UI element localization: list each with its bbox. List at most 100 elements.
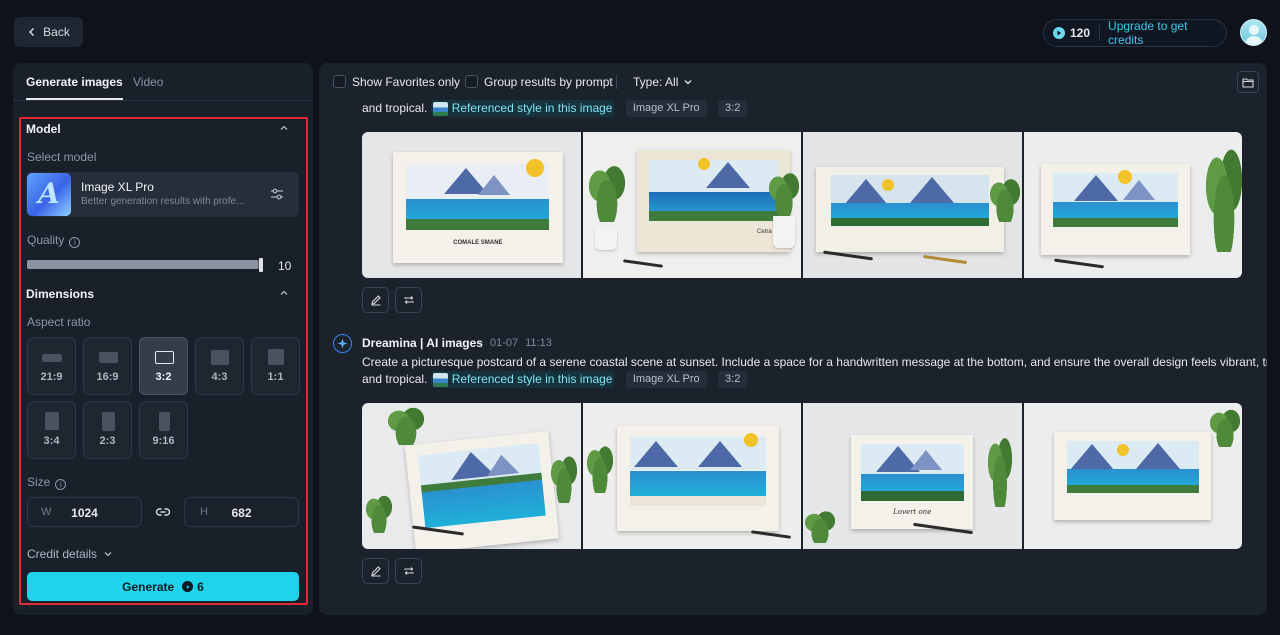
prompt-text-continued: and tropical. Referenced style in this i… bbox=[362, 371, 748, 388]
chevron-down-icon bbox=[104, 552, 112, 557]
width-input[interactable]: W 1024 bbox=[27, 497, 142, 527]
ratio-tag: 3:2 bbox=[718, 371, 748, 388]
generation-date: 01-07 bbox=[489, 337, 519, 349]
generate-button[interactable]: Generate 6 bbox=[27, 572, 299, 601]
ratio-label: 2:3 bbox=[99, 435, 116, 447]
ratio-label: 16:9 bbox=[96, 371, 119, 383]
select-model-label: Select model bbox=[27, 150, 97, 164]
ratio-option-2-3[interactable]: 2:3 bbox=[83, 401, 132, 459]
size-label: Size bbox=[27, 475, 51, 489]
generated-image[interactable] bbox=[582, 403, 801, 549]
ratio-label: 4:3 bbox=[211, 371, 228, 383]
generation-time: 11:13 bbox=[525, 337, 552, 349]
credit-details-toggle[interactable]: Credit details bbox=[27, 547, 113, 561]
ratio-option-3-4[interactable]: 3:4 bbox=[27, 401, 76, 459]
group-by-prompt-label: Group results by prompt bbox=[484, 75, 613, 89]
width-value: 1024 bbox=[71, 506, 98, 520]
quality-value: 10 bbox=[278, 259, 292, 273]
folder-icon bbox=[1242, 77, 1254, 88]
group-by-prompt-checkbox[interactable] bbox=[465, 75, 478, 88]
ratio-label: 3:4 bbox=[43, 435, 60, 447]
repeat-icon bbox=[403, 296, 414, 304]
info-icon[interactable]: i bbox=[55, 479, 67, 490]
card-caption: COMALE SMANE bbox=[453, 240, 503, 247]
sliders-icon[interactable] bbox=[270, 187, 284, 201]
folder-button[interactable] bbox=[1237, 71, 1259, 93]
chevron-down-icon bbox=[684, 80, 692, 85]
reference-thumbnail bbox=[432, 101, 448, 116]
ratio-option-21-9[interactable]: 21:9 bbox=[27, 337, 76, 395]
height-input[interactable]: H 682 bbox=[184, 497, 299, 527]
generated-image[interactable] bbox=[1023, 132, 1242, 278]
quality-label: Quality bbox=[27, 233, 65, 247]
image-row: COMALE SMANE Cetra bbox=[362, 132, 1242, 278]
dreamina-logo-icon bbox=[333, 334, 352, 353]
show-favorites-checkbox[interactable] bbox=[333, 75, 346, 88]
results-panel: Show Favorites only Group results by pro… bbox=[319, 63, 1267, 615]
back-label: Back bbox=[43, 25, 70, 39]
card-caption: Lovert one bbox=[893, 507, 932, 516]
reference-thumbnail bbox=[432, 372, 448, 387]
quality-slider-track[interactable] bbox=[27, 260, 263, 269]
ratio-option-9-16[interactable]: 9:16 bbox=[139, 401, 188, 459]
edit-button[interactable] bbox=[362, 287, 389, 313]
ratio-tag: 3:2 bbox=[718, 100, 748, 117]
prompt-tail: and tropical. bbox=[362, 372, 428, 386]
regenerate-button[interactable] bbox=[395, 287, 422, 313]
type-filter-dropdown[interactable]: Type: All bbox=[633, 75, 693, 89]
avatar[interactable] bbox=[1240, 19, 1267, 46]
model-name: Image XL Pro bbox=[81, 180, 154, 194]
regenerate-button[interactable] bbox=[395, 558, 422, 584]
quality-slider-handle[interactable] bbox=[259, 258, 263, 272]
generated-image[interactable]: Cetra bbox=[582, 132, 801, 278]
reference-chip[interactable]: Referenced style in this image bbox=[430, 100, 615, 117]
credit-coin-icon bbox=[182, 581, 194, 592]
generated-image[interactable] bbox=[1023, 403, 1242, 549]
image-row: Lovert one bbox=[362, 403, 1242, 549]
quality-slider-fill bbox=[27, 260, 259, 269]
filter-bar: Show Favorites only Group results by pro… bbox=[319, 63, 1267, 99]
model-selector[interactable]: A Image XL Pro Better generation results… bbox=[26, 172, 299, 217]
generated-image[interactable]: COMALE SMANE bbox=[362, 132, 581, 278]
link-icon[interactable] bbox=[155, 505, 171, 519]
ratio-label: 3:2 bbox=[155, 371, 172, 383]
dimensions-section-title: Dimensions bbox=[26, 287, 95, 301]
ratio-option-4-3[interactable]: 4:3 bbox=[195, 337, 244, 395]
upgrade-link[interactable]: Upgrade to get credits bbox=[1100, 19, 1226, 47]
generated-image[interactable] bbox=[803, 132, 1022, 278]
pencil-icon bbox=[370, 295, 381, 306]
model-tag: Image XL Pro bbox=[625, 100, 707, 117]
edit-button[interactable] bbox=[362, 558, 389, 584]
repeat-icon bbox=[403, 567, 414, 575]
top-bar: Back 120 Upgrade to get credits bbox=[0, 0, 1280, 64]
filter-divider bbox=[616, 75, 617, 89]
type-filter-label: Type: All bbox=[633, 75, 679, 89]
reference-chip[interactable]: Referenced style in this image bbox=[430, 371, 615, 388]
size-label-row: Size i bbox=[27, 475, 67, 490]
ratio-option-3-2[interactable]: 3:2 bbox=[139, 337, 188, 395]
chevron-left-icon bbox=[29, 27, 35, 37]
back-button[interactable]: Back bbox=[14, 17, 83, 47]
ratio-option-1-1[interactable]: 1:1 bbox=[251, 337, 300, 395]
ratio-option-16-9[interactable]: 16:9 bbox=[83, 337, 132, 395]
reference-label: Referenced style in this image bbox=[451, 372, 613, 386]
ratio-label: 1:1 bbox=[267, 371, 284, 383]
model-section-title: Model bbox=[26, 122, 61, 136]
generated-image[interactable]: Lovert one bbox=[803, 403, 1022, 549]
model-tag: Image XL Pro bbox=[625, 371, 707, 388]
prompt-text: and tropical. Referenced style in this i… bbox=[362, 100, 748, 117]
tab-bar: Generate images Video bbox=[13, 63, 313, 101]
chevron-up-icon[interactable] bbox=[279, 123, 289, 133]
tab-video[interactable]: Video bbox=[133, 75, 163, 89]
model-logo: A bbox=[27, 173, 71, 216]
info-icon[interactable]: i bbox=[69, 237, 81, 248]
chevron-up-icon[interactable] bbox=[279, 288, 289, 298]
generated-image[interactable] bbox=[362, 403, 581, 549]
author-name: Dreamina | AI images bbox=[362, 336, 483, 350]
show-favorites-label: Show Favorites only bbox=[352, 75, 461, 89]
generate-cost-value: 6 bbox=[197, 579, 204, 594]
credit-coin-icon bbox=[1053, 27, 1065, 39]
prompt-tail: and tropical. bbox=[362, 101, 428, 115]
tab-generate-images[interactable]: Generate images bbox=[26, 75, 123, 100]
model-description: Better generation results with profe... bbox=[81, 196, 245, 207]
